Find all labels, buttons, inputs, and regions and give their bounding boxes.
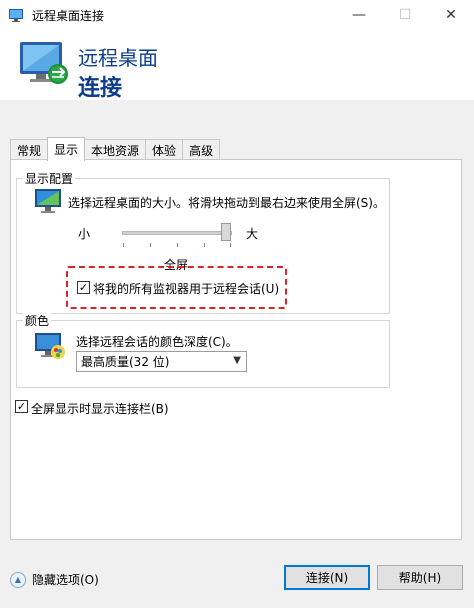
connect-button[interactable]: 连接(N) <box>284 565 370 590</box>
slider-tick <box>123 243 124 247</box>
color-palette-icon <box>35 333 65 359</box>
connection-bar-checkbox[interactable]: ✓ <box>15 400 28 413</box>
multimon-checkbox[interactable]: ✓ <box>77 281 90 294</box>
display-size-slider-thumb[interactable] <box>221 223 231 241</box>
multimon-checkbox-label[interactable]: 将我的所有监视器用于远程会话(U) <box>93 280 279 297</box>
tab-local-resources[interactable]: 本地资源 <box>84 139 147 161</box>
slider-tick <box>204 243 205 247</box>
display-size-slider-track[interactable] <box>122 231 232 235</box>
hide-options-label: 隐藏选项(O) <box>32 573 99 587</box>
window-title: 远程桌面连接 <box>32 8 105 23</box>
hide-options-toggle[interactable]: ▲ 隐藏选项(O) <box>10 571 99 588</box>
monitor-size-icon <box>35 189 61 213</box>
tab-experience[interactable]: 体验 <box>145 139 184 161</box>
maximize-button: ☐ <box>398 7 412 23</box>
tab-general[interactable]: 常规 <box>10 139 49 161</box>
slider-small-label: 小 <box>78 227 91 241</box>
color-depth-description: 选择远程会话的颜色深度(C)。 <box>76 335 238 349</box>
display-config-label: 显示配置 <box>23 170 76 187</box>
banner-title-line1: 远程桌面 <box>78 46 158 70</box>
slider-tick <box>177 243 178 247</box>
help-button[interactable]: 帮助(H) <box>377 565 463 590</box>
minimize-button[interactable]: — <box>336 0 382 30</box>
display-size-description: 选择远程桌面的大小。将滑块拖动到最右边来使用全屏(S)。 <box>68 196 385 210</box>
banner-title-line2: 连接 <box>78 76 123 101</box>
chevron-up-icon: ▲ <box>10 571 26 588</box>
colors-group-label: 颜色 <box>23 312 52 329</box>
remote-desktop-app-icon <box>9 9 23 22</box>
slider-large-label: 大 <box>246 227 259 241</box>
remote-desktop-logo-icon <box>20 42 68 84</box>
tab-advanced[interactable]: 高级 <box>182 139 221 161</box>
tab-display[interactable]: 显示 <box>47 137 86 161</box>
slider-tick <box>150 243 151 247</box>
slider-tick <box>230 243 231 247</box>
color-depth-select[interactable]: 最高质量(32 位) ▼ <box>76 351 247 372</box>
title-bar: 远程桌面连接 — ☐ ✕ <box>0 0 474 30</box>
header-banner: 远程桌面 连接 <box>0 30 474 101</box>
connection-bar-label[interactable]: 全屏显示时显示连接栏(B) <box>31 400 169 417</box>
color-depth-selected: 最高质量(32 位) <box>81 355 170 369</box>
tab-strip: 常规 显示 本地资源 体验 高级 <box>10 137 221 161</box>
close-button[interactable]: ✕ <box>428 0 474 30</box>
chevron-down-icon: ▼ <box>233 355 241 366</box>
